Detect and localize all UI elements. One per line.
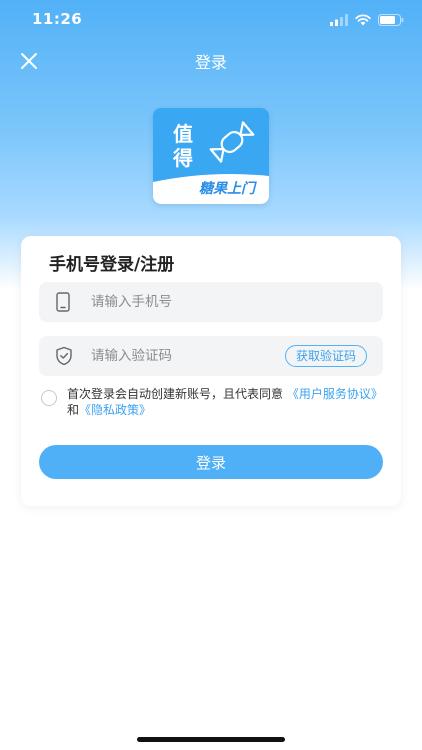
home-indicator — [137, 737, 285, 742]
app-logo: 值 得 糖果上门 — [153, 108, 269, 204]
logo-slogan: 糖果上门 — [199, 181, 255, 197]
logo-char-2: 得 — [173, 146, 193, 170]
agreement-text: 首次登录会自动创建新账号，且代表同意 《用户服务协议》和《隐私政策》 — [67, 386, 383, 418]
code-input[interactable] — [91, 336, 291, 376]
get-code-button[interactable]: 获取验证码 — [284, 345, 367, 367]
privacy-policy-link[interactable]: 《隐私政策》 — [79, 403, 151, 417]
status-icons — [330, 14, 404, 26]
signal-icon — [330, 14, 348, 26]
page-title: 登录 — [194, 53, 227, 72]
login-button[interactable]: 登录 — [39, 445, 383, 479]
shield-icon — [56, 346, 72, 366]
code-field: 获取验证码 — [39, 336, 383, 376]
agreement-intro: 首次登录会自动创建新账号，且代表同意 — [67, 387, 284, 401]
agreement-and: 和 — [67, 403, 80, 417]
candy-icon — [209, 121, 255, 163]
agreement-checkbox[interactable] — [41, 390, 57, 406]
wifi-icon — [355, 14, 371, 26]
phone-icon — [56, 292, 70, 312]
phone-field — [39, 282, 383, 322]
status-bar: 11:26 — [0, 0, 422, 42]
nav-bar: 登录 — [0, 42, 422, 78]
status-time: 11:26 — [32, 10, 83, 28]
login-card: 手机号登录/注册 获取验证码 首次登录会自动创建新账号，且代表同意 《用户服务协… — [21, 236, 401, 506]
phone-input[interactable] — [91, 282, 291, 322]
user-agreement-link[interactable]: 《用户服务协议》 — [287, 387, 383, 401]
battery-icon — [378, 14, 404, 26]
card-title: 手机号登录/注册 — [49, 255, 175, 275]
